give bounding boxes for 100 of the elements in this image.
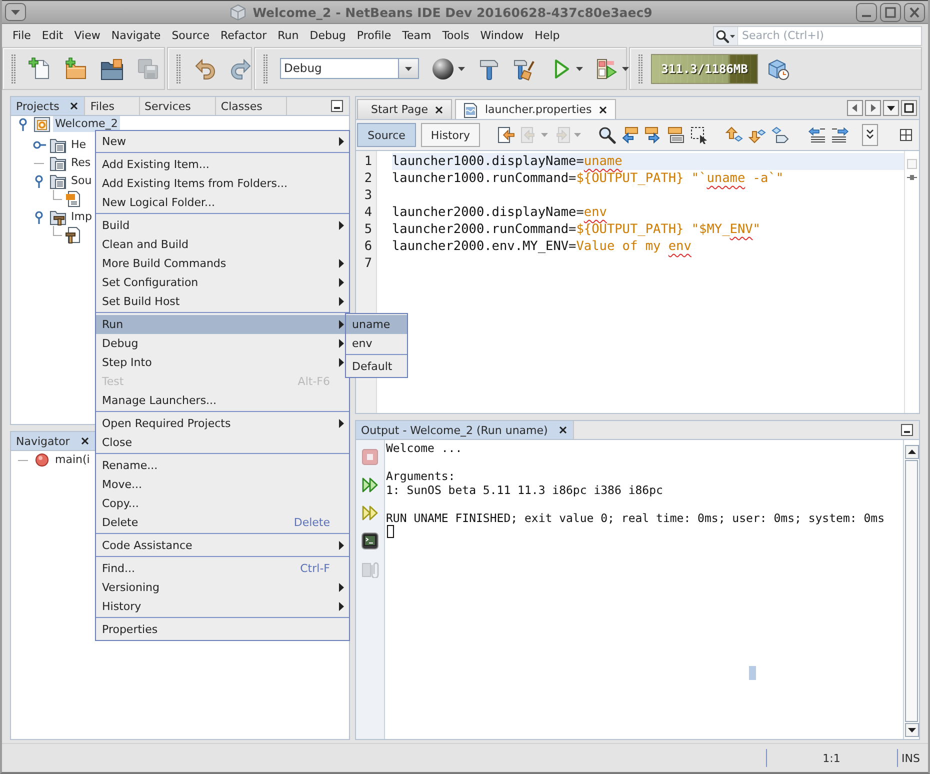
menu-item[interactable]: History — [96, 597, 349, 616]
scrollbar-thumb[interactable] — [905, 460, 918, 722]
tree-item[interactable]: Welcome_2 — [53, 116, 120, 132]
menu-item[interactable]: Close — [96, 433, 349, 452]
caret-icon[interactable] — [622, 66, 629, 70]
menu-item[interactable]: New — [96, 132, 349, 151]
menu-item[interactable]: Source — [166, 28, 215, 43]
drag-handle[interactable] — [638, 54, 643, 84]
arrow-up-icon[interactable] — [725, 126, 743, 144]
menu-item[interactable]: Default — [346, 357, 407, 376]
close-icon[interactable] — [80, 437, 89, 445]
indent-left-icon[interactable] — [808, 126, 826, 144]
tab[interactable]: Files — [85, 97, 140, 115]
tree-item[interactable]: He — [69, 137, 88, 153]
menu-item[interactable]: Refactor — [214, 28, 272, 43]
tab[interactable]: Output - Welcome_2 (Run uname) — [356, 421, 574, 439]
menu-item[interactable]: Set Build Host — [96, 292, 349, 311]
find-previous-icon[interactable] — [621, 126, 639, 144]
drag-handle[interactable] — [176, 54, 181, 84]
caret-icon[interactable] — [576, 66, 583, 70]
menu-item[interactable]: Move... — [96, 475, 349, 494]
tab[interactable]: Projects — [11, 97, 86, 115]
tab[interactable]: Source — [357, 123, 416, 147]
grid-icon[interactable] — [900, 129, 912, 141]
tab[interactable]: Start Page — [357, 99, 452, 119]
menu-item[interactable]: Team — [396, 28, 437, 43]
scroll-left-button[interactable] — [847, 100, 863, 116]
indent-right-icon[interactable] — [831, 126, 849, 144]
rectangle-select-icon[interactable] — [690, 126, 708, 144]
close-icon[interactable] — [558, 426, 567, 434]
double-play-icon[interactable] — [361, 504, 379, 522]
menu-item[interactable]: Versioning — [96, 578, 349, 597]
menu-item[interactable]: Step Into — [96, 353, 349, 372]
card-play-icon[interactable] — [595, 56, 619, 80]
folder-icon[interactable] — [100, 56, 124, 80]
tab[interactable]: Classes — [216, 97, 288, 115]
configuration-combo[interactable]: Debug — [280, 58, 419, 79]
menu-item[interactable]: Copy... — [96, 494, 349, 513]
menu-item[interactable]: Add Existing Item... — [96, 155, 349, 174]
folder-plus-icon[interactable] — [64, 56, 88, 80]
search-icon[interactable] — [713, 26, 738, 46]
tree-item[interactable]: main(i — [53, 452, 92, 468]
menu-item[interactable]: Find... Ctrl-F — [96, 559, 349, 578]
tag-icon[interactable] — [771, 126, 789, 144]
scroll-up-button[interactable] — [905, 445, 919, 459]
tab[interactable]: Navigator — [11, 432, 96, 450]
cube-clock-icon[interactable] — [766, 56, 790, 80]
sphere-icon[interactable] — [431, 56, 455, 80]
close-button[interactable] — [904, 2, 925, 22]
tab-list-button[interactable] — [883, 100, 899, 116]
menu-item[interactable]: New Logical Folder... — [96, 193, 349, 212]
scroll-right-button[interactable] — [865, 100, 881, 116]
menu-item[interactable]: Run — [272, 28, 304, 43]
close-icon[interactable] — [598, 106, 607, 114]
menu-item[interactable]: Clean and Build — [96, 235, 349, 254]
menu-item[interactable]: Edit — [36, 28, 69, 43]
window-menu-button[interactable] — [5, 3, 26, 21]
menu-item[interactable]: Build — [96, 216, 349, 235]
redo-icon[interactable] — [229, 56, 253, 80]
menu-item[interactable]: Open Required Projects — [96, 414, 349, 433]
menu-item[interactable]: Manage Launchers... — [96, 391, 349, 410]
tab[interactable]: launcher.properties — [455, 99, 616, 119]
highlight-icon[interactable] — [667, 126, 685, 144]
terminal-icon[interactable] — [361, 532, 379, 550]
more-button[interactable] — [862, 124, 878, 146]
close-icon[interactable] — [435, 106, 443, 114]
drag-handle[interactable] — [11, 54, 16, 84]
menu-item[interactable]: Code Assistance — [96, 536, 349, 555]
search-field[interactable]: Search (Ctrl+I) — [738, 26, 922, 46]
minimize-button[interactable] — [901, 424, 913, 436]
document-arrow-icon[interactable] — [497, 126, 515, 144]
menu-item[interactable]: Properties — [96, 620, 349, 639]
close-icon[interactable] — [70, 102, 78, 110]
menu-item[interactable]: Rename... — [96, 456, 349, 475]
tree-item[interactable]: Sou — [69, 173, 94, 189]
menu-item[interactable]: Debug — [304, 28, 352, 43]
search-icon[interactable] — [598, 126, 616, 144]
menu-item[interactable]: env — [346, 334, 407, 353]
menu-item[interactable]: uname — [346, 315, 407, 334]
document-plus-icon[interactable] — [28, 56, 52, 80]
tree-item[interactable]: Res — [69, 155, 93, 171]
scroll-down-button[interactable] — [905, 723, 919, 737]
menu-item[interactable]: Profile — [351, 28, 397, 43]
menu-item[interactable]: Add Existing Items from Folders... — [96, 174, 349, 193]
tree-item[interactable]: Imp — [69, 209, 94, 225]
undo-icon[interactable] — [193, 56, 217, 80]
menu-item[interactable]: View — [68, 28, 106, 43]
menu-item[interactable]: Navigate — [106, 28, 166, 43]
menu-item[interactable]: File — [7, 28, 36, 43]
menu-item[interactable]: Set Configuration — [96, 273, 349, 292]
menu-item[interactable]: Delete Delete — [96, 513, 349, 532]
menu-item[interactable]: Help — [529, 28, 566, 43]
drag-handle[interactable] — [263, 54, 268, 84]
caret-icon[interactable] — [458, 66, 465, 70]
menu-item[interactable]: More Build Commands — [96, 254, 349, 273]
tab[interactable]: Services — [140, 97, 216, 115]
double-play-icon[interactable] — [361, 476, 379, 494]
menu-item[interactable]: Window — [474, 28, 530, 43]
menu-item[interactable]: Debug — [96, 334, 349, 353]
tab[interactable]: History — [421, 123, 480, 147]
